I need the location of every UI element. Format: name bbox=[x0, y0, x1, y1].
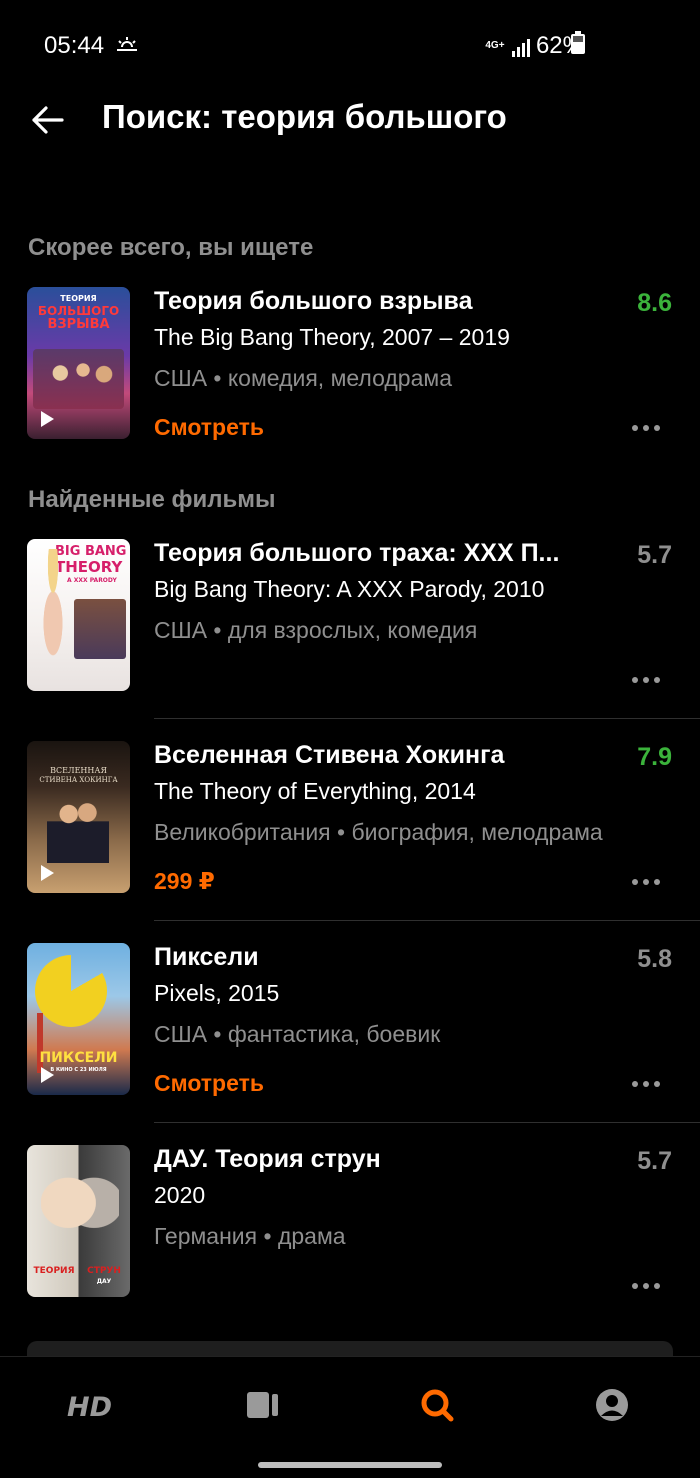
section-title-found-films: Найденные фильмы bbox=[28, 486, 276, 513]
status-indicators: 4G+ 62% bbox=[484, 32, 584, 60]
result-card[interactable]: BIG BANG THEORY A XXX PARODY Теория боль… bbox=[0, 539, 700, 709]
result-meta: США • комедия, мелодрама bbox=[154, 365, 452, 391]
result-subtitle: The Big Bang Theory, 2007 – 2019 bbox=[154, 324, 510, 350]
rating-badge: 7.9 bbox=[637, 743, 672, 771]
result-subtitle: The Theory of Everything, 2014 bbox=[154, 778, 476, 804]
page-title: Поиск: теория большого bbox=[102, 98, 507, 135]
poster-image[interactable]: BIG BANG THEORY A XXX PARODY bbox=[27, 539, 130, 691]
network-type: 4G+ bbox=[485, 40, 505, 51]
poster-caption: ТЕОРИЯ bbox=[60, 294, 97, 303]
poster-caption: ТЕОРИЯ bbox=[33, 1266, 75, 1276]
result-title[interactable]: ДАУ. Теория струн bbox=[154, 1145, 381, 1174]
poster-art bbox=[31, 549, 75, 684]
tab-profile[interactable] bbox=[582, 1383, 642, 1427]
poster-art bbox=[33, 349, 124, 409]
back-arrow-icon[interactable] bbox=[30, 104, 66, 136]
poster-art bbox=[74, 599, 126, 659]
play-icon bbox=[41, 1067, 54, 1083]
result-title[interactable]: Теория большого траха: XXX П... bbox=[154, 539, 559, 568]
result-card[interactable]: ТЕОРИЯ БОЛЬШОГО ВЗРЫВА Теория большого в… bbox=[0, 287, 700, 457]
poster-art bbox=[47, 793, 109, 863]
library-icon bbox=[247, 1392, 278, 1418]
poster-image[interactable]: ТЕОРИЯ СТРУН ДАУ bbox=[27, 1145, 130, 1297]
price-button[interactable]: 299 ₽ bbox=[154, 868, 215, 895]
poster-image[interactable]: ВСЕЛЕННАЯ СТИВЕНА ХОКИНГА bbox=[27, 741, 130, 893]
poster-caption: ДАУ bbox=[96, 1278, 112, 1285]
rating-badge: 5.8 bbox=[637, 945, 672, 973]
poster-image[interactable]: ПИКСЕЛИ В КИНО С 23 ИЮЛЯ bbox=[27, 943, 130, 1095]
more-options-icon[interactable] bbox=[632, 879, 660, 885]
result-title[interactable]: Теория большого взрыва bbox=[154, 287, 472, 316]
signal-icon bbox=[511, 35, 530, 57]
svg-text:HD: HD bbox=[67, 1392, 111, 1422]
divider bbox=[154, 920, 700, 921]
poster-caption: ВСЕЛЕННАЯ bbox=[50, 766, 107, 775]
more-options-icon[interactable] bbox=[632, 677, 660, 683]
poster-caption: ВЗРЫВА bbox=[47, 317, 110, 332]
section-title-best-match: Скорее всего, вы ищете bbox=[28, 234, 314, 261]
search-icon bbox=[421, 1389, 454, 1422]
poster-caption: СТИВЕНА ХОКИНГА bbox=[39, 776, 118, 784]
poster-art bbox=[41, 1165, 119, 1249]
status-bar: 05:44 4G+ 62% bbox=[0, 0, 700, 90]
weather-icon bbox=[117, 37, 137, 55]
play-icon bbox=[41, 411, 54, 427]
poster-caption: ПИКСЕЛИ bbox=[39, 1050, 118, 1066]
result-card[interactable]: ТЕОРИЯ СТРУН ДАУ ДАУ. Теория струн 2020 … bbox=[0, 1145, 700, 1315]
result-title[interactable]: Пиксели bbox=[154, 943, 259, 972]
result-subtitle: Big Bang Theory: A XXX Parody, 2010 bbox=[154, 576, 545, 602]
bottom-navigation: HD bbox=[0, 1356, 700, 1478]
rating-badge: 5.7 bbox=[637, 541, 672, 569]
divider bbox=[154, 1122, 700, 1123]
result-card[interactable]: ВСЕЛЕННАЯ СТИВЕНА ХОКИНГА Вселенная Стив… bbox=[0, 741, 700, 911]
result-subtitle: Pixels, 2015 bbox=[154, 980, 280, 1006]
home-indicator[interactable] bbox=[258, 1462, 442, 1468]
tab-hd[interactable]: HD bbox=[58, 1383, 118, 1427]
result-meta: Германия • драма bbox=[154, 1223, 346, 1249]
divider bbox=[154, 718, 700, 719]
status-time: 05:44 bbox=[44, 32, 105, 59]
more-options-icon[interactable] bbox=[632, 1081, 660, 1087]
tab-library[interactable] bbox=[233, 1383, 293, 1427]
result-title[interactable]: Вселенная Стивена Хокинга bbox=[154, 741, 504, 770]
poster-caption: БОЛЬШОГО bbox=[37, 304, 120, 318]
watch-button[interactable]: Смотреть bbox=[154, 414, 264, 441]
rating-badge: 8.6 bbox=[637, 289, 672, 317]
play-icon bbox=[41, 865, 54, 881]
battery-icon bbox=[571, 31, 585, 54]
tab-search[interactable] bbox=[407, 1383, 467, 1427]
poster-caption: СТРУН bbox=[87, 1266, 121, 1276]
hd-icon: HD bbox=[67, 1392, 111, 1422]
watch-button[interactable]: Смотреть bbox=[154, 1070, 264, 1097]
more-options-icon[interactable] bbox=[632, 1283, 660, 1289]
profile-icon bbox=[596, 1389, 628, 1421]
poster-caption: A XXX PARODY bbox=[67, 577, 117, 584]
poster-image[interactable]: ТЕОРИЯ БОЛЬШОГО ВЗРЫВА bbox=[27, 287, 130, 439]
result-meta: США • для взрослых, комедия bbox=[154, 617, 478, 643]
result-meta: Великобритания • биография, мелодрама bbox=[154, 819, 603, 845]
rating-badge: 5.7 bbox=[637, 1147, 672, 1175]
poster-art bbox=[35, 955, 107, 1027]
result-subtitle: 2020 bbox=[154, 1182, 206, 1208]
more-options-icon[interactable] bbox=[632, 425, 660, 431]
result-card[interactable]: ПИКСЕЛИ В КИНО С 23 ИЮЛЯ Пиксели Pixels,… bbox=[0, 943, 700, 1113]
result-meta: США • фантастика, боевик bbox=[154, 1021, 441, 1047]
